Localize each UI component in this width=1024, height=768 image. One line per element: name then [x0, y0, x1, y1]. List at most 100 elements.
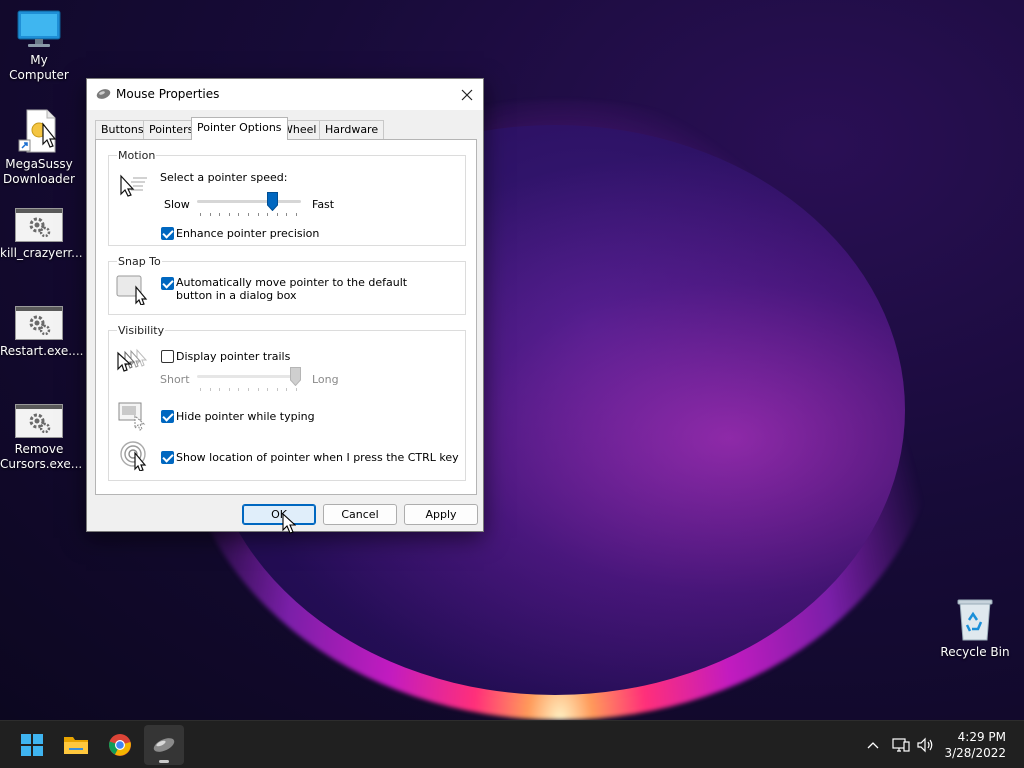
pointer-location-icon: [120, 441, 147, 471]
pointer-trails-label: Display pointer trails: [176, 350, 291, 363]
slider-tick: [238, 213, 239, 216]
desktop-icon-recycle-bin[interactable]: Recycle Bin: [936, 598, 1014, 660]
desktop-icon-restart-exe[interactable]: Restart.exe....: [0, 306, 84, 359]
taskbar-chrome[interactable]: [100, 725, 140, 765]
start-icon: [21, 734, 43, 756]
mouse-icon: [96, 89, 111, 99]
desktop-icon-label: My Computer: [9, 53, 69, 82]
slider-tick: [277, 388, 278, 391]
cancel-button[interactable]: Cancel: [323, 504, 397, 525]
desktop-icon-label: Restart.exe....: [0, 344, 84, 358]
slider-tick: [286, 388, 287, 391]
pointer-speed-slider-thumb[interactable]: [267, 192, 278, 211]
pointer-speed-label: Select a pointer speed:: [160, 171, 288, 184]
taskbar-file-explorer[interactable]: [56, 725, 96, 765]
mouse-cursor-icon: [282, 513, 296, 534]
hide-pointer-icon: [118, 402, 146, 431]
visibility-group: Visibility Display pointer trails Short …: [108, 324, 466, 481]
taskbar-clock[interactable]: 4:29 PM 3/28/2022: [944, 729, 1006, 761]
slider-tick: [238, 388, 239, 391]
pointer-trails-track: [197, 375, 301, 378]
slider-tick: [267, 388, 268, 391]
chevron-up-icon: [867, 742, 879, 749]
tab-pointer-options[interactable]: Pointer Options: [191, 117, 288, 140]
enhance-precision-checkbox[interactable]: [161, 227, 174, 240]
fast-label: Fast: [312, 198, 335, 211]
slider-tick: [229, 388, 230, 391]
desktop-icon-label: kill_crazyerr...: [0, 246, 83, 260]
long-label: Long: [312, 373, 339, 386]
show-hidden-icons-button[interactable]: [862, 721, 884, 768]
network-icon: [892, 738, 910, 752]
slider-tick: [296, 388, 297, 391]
desktop-icon-my-computer[interactable]: My Computer: [0, 10, 78, 83]
slider-tick: [200, 388, 201, 391]
slider-tick: [248, 213, 249, 216]
enhance-precision-label: Enhance pointer precision: [176, 227, 320, 240]
slider-tick: [258, 388, 259, 391]
pointer-trails-icon: [117, 348, 148, 372]
gear-icon: [29, 217, 51, 238]
hide-while-typing-label: Hide pointer while typing: [176, 410, 315, 423]
slider-tick: [296, 213, 297, 216]
gear-icon: [29, 413, 51, 434]
ok-button[interactable]: OK: [242, 504, 316, 525]
desktop-icon-label: Recycle Bin: [940, 645, 1010, 659]
slider-tick: [200, 213, 201, 216]
exe-file-icon: [15, 404, 63, 438]
slow-label: Slow: [164, 198, 190, 211]
slider-tick: [267, 213, 268, 216]
snap-to-default-label: Automatically move pointer to the defaul…: [176, 276, 408, 302]
show-location-ctrl-checkbox[interactable]: [161, 451, 174, 464]
desktop-icon-label: Remove Cursors.exe...: [0, 442, 83, 471]
pointer-options-panel: Motion Select a pointer speed: Slow Fast…: [95, 139, 477, 495]
motion-group: Motion Select a pointer speed: Slow Fast…: [108, 149, 466, 246]
slider-tick: [219, 388, 220, 391]
pointer-trails-checkbox[interactable]: [161, 350, 174, 363]
snap-to-group: Snap To Automatically move pointer to th…: [108, 255, 466, 315]
visibility-group-label: Visibility: [117, 324, 166, 337]
short-label: Short: [160, 373, 190, 386]
taskbar: 4:29 PM 3/28/2022: [0, 720, 1024, 768]
monitor-icon: [17, 10, 61, 47]
slider-tick: [210, 388, 211, 391]
snap-to-group-label: Snap To: [117, 255, 162, 268]
slider-tick: [248, 388, 249, 391]
snap-to-icon: [116, 275, 148, 305]
exe-file-icon: [15, 208, 63, 242]
snap-to-default-checkbox[interactable]: [161, 277, 174, 290]
pointer-speed-track: [197, 200, 301, 203]
pointer-trails-slider-thumb[interactable]: [290, 367, 301, 386]
desktop-icon-remove-cursors[interactable]: Remove Cursors.exe...: [0, 404, 82, 472]
slider-tick: [219, 213, 220, 216]
shortcut-file-icon: [18, 109, 57, 153]
exe-file-icon: [15, 306, 63, 340]
mouse-properties-dialog: Mouse Properties Buttons Pointers Pointe…: [86, 78, 484, 532]
hide-while-typing-checkbox[interactable]: [161, 410, 174, 423]
gear-icon: [29, 315, 51, 336]
taskbar-mouse-properties[interactable]: [144, 725, 184, 765]
dialog-titlebar[interactable]: Mouse Properties: [87, 79, 483, 110]
pointer-speed-icon: [120, 174, 147, 197]
tab-hardware[interactable]: Hardware: [319, 120, 385, 139]
volume-button[interactable]: [914, 721, 938, 768]
close-button[interactable]: [451, 79, 483, 110]
network-button[interactable]: [890, 721, 912, 768]
recycle-bin-icon: [957, 599, 993, 641]
clock-time: 4:29 PM: [957, 730, 1006, 744]
volume-icon: [917, 737, 933, 753]
close-icon: [461, 89, 473, 100]
slider-tick: [210, 213, 211, 216]
tab-buttons[interactable]: Buttons: [95, 120, 150, 139]
apply-button[interactable]: Apply: [404, 504, 478, 525]
desktop-icon-kill-crazyerr[interactable]: kill_crazyerr...: [0, 208, 83, 261]
desktop-icon-megasussy-downloader[interactable]: MegaSussy Downloader: [0, 108, 78, 187]
slider-tick: [258, 213, 259, 216]
start-button[interactable]: [12, 725, 52, 765]
clock-date: 3/28/2022: [944, 746, 1006, 760]
pointer-speed-ticks: [200, 213, 297, 217]
pointer-trails-ticks: [200, 388, 297, 392]
dialog-title: Mouse Properties: [116, 87, 220, 101]
desktop-icon-label: MegaSussy Downloader: [3, 157, 75, 186]
chrome-icon: [109, 734, 131, 756]
